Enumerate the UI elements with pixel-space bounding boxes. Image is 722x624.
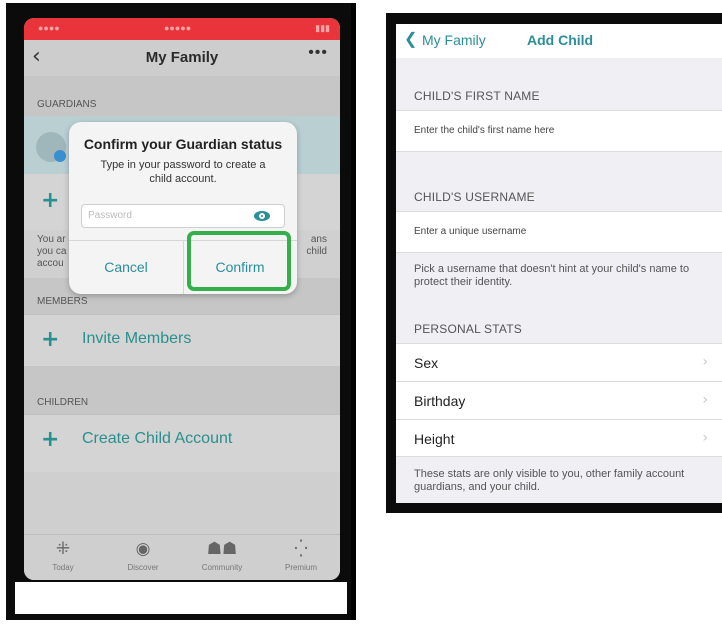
username-note: Pick a username that doesn't hint at you… xyxy=(396,253,722,294)
password-placeholder: Password xyxy=(88,210,132,221)
invite-members-row[interactable]: + Invite Members xyxy=(24,314,340,366)
info-line: accou xyxy=(37,258,64,269)
nav-bar: ❮ My Family Add Child xyxy=(396,24,722,58)
info-line: ans xyxy=(310,234,327,245)
nav-bar: ‹ My Family ••• xyxy=(24,40,340,76)
tab-bar: ⁜ Today ◉ Discover ☗☗ Community ⁛ Premiu… xyxy=(24,534,340,580)
tab-label: Today xyxy=(52,563,74,572)
chevron-right-icon: › xyxy=(702,354,708,370)
plus-icon: + xyxy=(41,188,60,213)
page-title: Add Child xyxy=(527,32,594,48)
stats-note: These stats are only visible to you, oth… xyxy=(396,458,722,503)
right-phone-screen: ❮ My Family Add Child CHILD'S FIRST NAME… xyxy=(396,24,722,503)
confirm-highlight-box xyxy=(187,231,291,291)
status-bar: ●●●● ●●●●● ▮▮▮ xyxy=(24,18,340,40)
cancel-button[interactable]: Cancel xyxy=(69,240,183,294)
more-options-icon[interactable]: ••• xyxy=(308,44,328,62)
section-header-guardians: GUARDIANS xyxy=(24,76,340,116)
first-name-placeholder: Enter the child's first name here xyxy=(414,125,555,136)
first-name-input[interactable]: Enter the child's first name here xyxy=(396,110,722,152)
tab-label: Discover xyxy=(127,563,159,572)
show-password-eye-icon[interactable] xyxy=(254,211,270,221)
chevron-right-icon: › xyxy=(702,430,708,446)
tab-label: Premium xyxy=(284,563,317,572)
compass-icon: ◉ xyxy=(135,539,151,559)
community-icon: ☗☗ xyxy=(206,539,238,559)
page-title: My Family xyxy=(145,49,219,66)
dialog-title: Confirm your Guardian status xyxy=(83,136,283,152)
create-child-account-row[interactable]: + Create Child Account xyxy=(24,414,340,472)
invite-members-label: Invite Members xyxy=(82,330,192,347)
dialog-message: Type in your password to create a child … xyxy=(100,159,266,185)
stat-label: Sex xyxy=(414,355,439,371)
section-header-personal-stats: PERSONAL STATS xyxy=(396,294,722,343)
back-link[interactable]: My Family xyxy=(422,32,486,48)
stat-label: Birthday xyxy=(414,393,466,409)
left-phone-bottom xyxy=(15,582,347,614)
password-field[interactable]: Password xyxy=(81,204,285,228)
premium-dots-icon: ⁛ xyxy=(294,539,308,559)
stat-row-height[interactable]: Height › xyxy=(396,419,722,457)
stat-row-birthday[interactable]: Birthday › xyxy=(396,381,722,419)
username-input[interactable]: Enter a unique username xyxy=(396,211,722,253)
back-chevron-icon[interactable]: ❮ xyxy=(404,29,417,49)
plus-icon: + xyxy=(41,327,60,352)
right-phone-frame: ❮ My Family Add Child CHILD'S FIRST NAME… xyxy=(386,13,722,513)
username-placeholder: Enter a unique username xyxy=(414,226,527,237)
tab-community[interactable]: ☗☗ Community xyxy=(187,539,257,572)
tab-premium[interactable]: ⁛ Premium xyxy=(266,539,336,572)
info-line: child xyxy=(306,246,327,257)
stat-row-sex[interactable]: Sex › xyxy=(396,343,722,381)
tab-today[interactable]: ⁜ Today xyxy=(28,539,98,572)
today-dots-icon: ⁜ xyxy=(55,539,71,559)
info-line: You ar xyxy=(37,234,66,245)
section-header-username: CHILD'S USERNAME xyxy=(396,152,722,211)
chevron-right-icon: › xyxy=(702,392,708,408)
info-line: you ca xyxy=(37,246,67,257)
create-child-account-label: Create Child Account xyxy=(82,430,233,447)
tab-discover[interactable]: ◉ Discover xyxy=(108,539,178,572)
stat-label: Height xyxy=(414,431,455,447)
plus-icon: + xyxy=(41,427,60,452)
left-phone-screen: ●●●● ●●●●● ▮▮▮ ‹ My Family ••• GUARDIANS +… xyxy=(24,18,340,580)
section-header-children: CHILDREN xyxy=(24,366,340,414)
avatar-badge xyxy=(54,150,66,162)
tab-label: Community xyxy=(201,563,243,572)
section-header-first-name: CHILD'S FIRST NAME xyxy=(396,58,722,110)
